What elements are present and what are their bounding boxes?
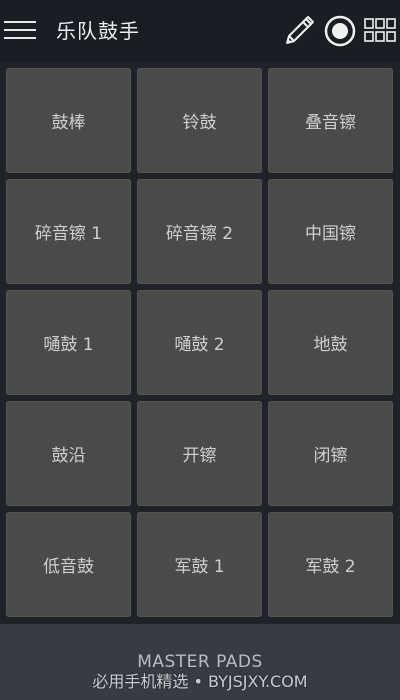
pad-closed-hihat[interactable]: 闭镲: [268, 401, 393, 506]
pad-floor-tom[interactable]: 地鼓: [268, 290, 393, 395]
master-pads-bar[interactable]: MASTER PADS 必用手机精选 • BYJSJXY.COM: [0, 624, 400, 700]
pad-crash-cymbal-2[interactable]: 碎音镲 2: [137, 179, 262, 284]
grid-icon[interactable]: [364, 17, 396, 43]
app-title: 乐队鼓手: [56, 19, 140, 43]
pad-tambourine[interactable]: 铃鼓: [137, 68, 262, 173]
watermark-text: 必用手机精选 • BYJSJXY.COM: [92, 672, 308, 691]
pad-drumsticks[interactable]: 鼓棒: [6, 68, 131, 173]
menu-line: [4, 21, 36, 23]
pad-tom-1[interactable]: 嗵鼓 1: [6, 290, 131, 395]
drum-pads-grid: 鼓棒 铃鼓 叠音镲 碎音镲 1 碎音镲 2 中国镲 嗵鼓 1 嗵鼓 2 地鼓 鼓…: [0, 62, 400, 624]
pad-crash-cymbal-1[interactable]: 碎音镲 1: [6, 179, 131, 284]
pencil-icon[interactable]: [284, 14, 316, 46]
grid-icon-svg: [364, 18, 396, 42]
pad-open-hihat[interactable]: 开镲: [137, 401, 262, 506]
pad-tom-2[interactable]: 嗵鼓 2: [137, 290, 262, 395]
app-root: 乐队鼓手 鼓棒 铃鼓 叠音镲 碎音镲 1 碎音镲 2 中国镲 嗵鼓 1 嗵鼓 2…: [0, 0, 400, 700]
pad-bass-drum[interactable]: 低音鼓: [6, 512, 131, 617]
menu-line: [4, 37, 36, 39]
record-icon[interactable]: [324, 15, 356, 47]
pad-snare-2[interactable]: 军鼓 2: [268, 512, 393, 617]
app-header: 乐队鼓手: [0, 0, 400, 62]
menu-line: [4, 29, 36, 31]
record-icon-svg: [324, 15, 356, 47]
pad-splash-cymbal[interactable]: 叠音镲: [268, 68, 393, 173]
pad-rim[interactable]: 鼓沿: [6, 401, 131, 506]
pad-snare-1[interactable]: 军鼓 1: [137, 512, 262, 617]
pad-china-cymbal[interactable]: 中国镲: [268, 179, 393, 284]
pencil-icon-svg: [286, 16, 314, 44]
hamburger-menu-icon[interactable]: [4, 19, 36, 41]
